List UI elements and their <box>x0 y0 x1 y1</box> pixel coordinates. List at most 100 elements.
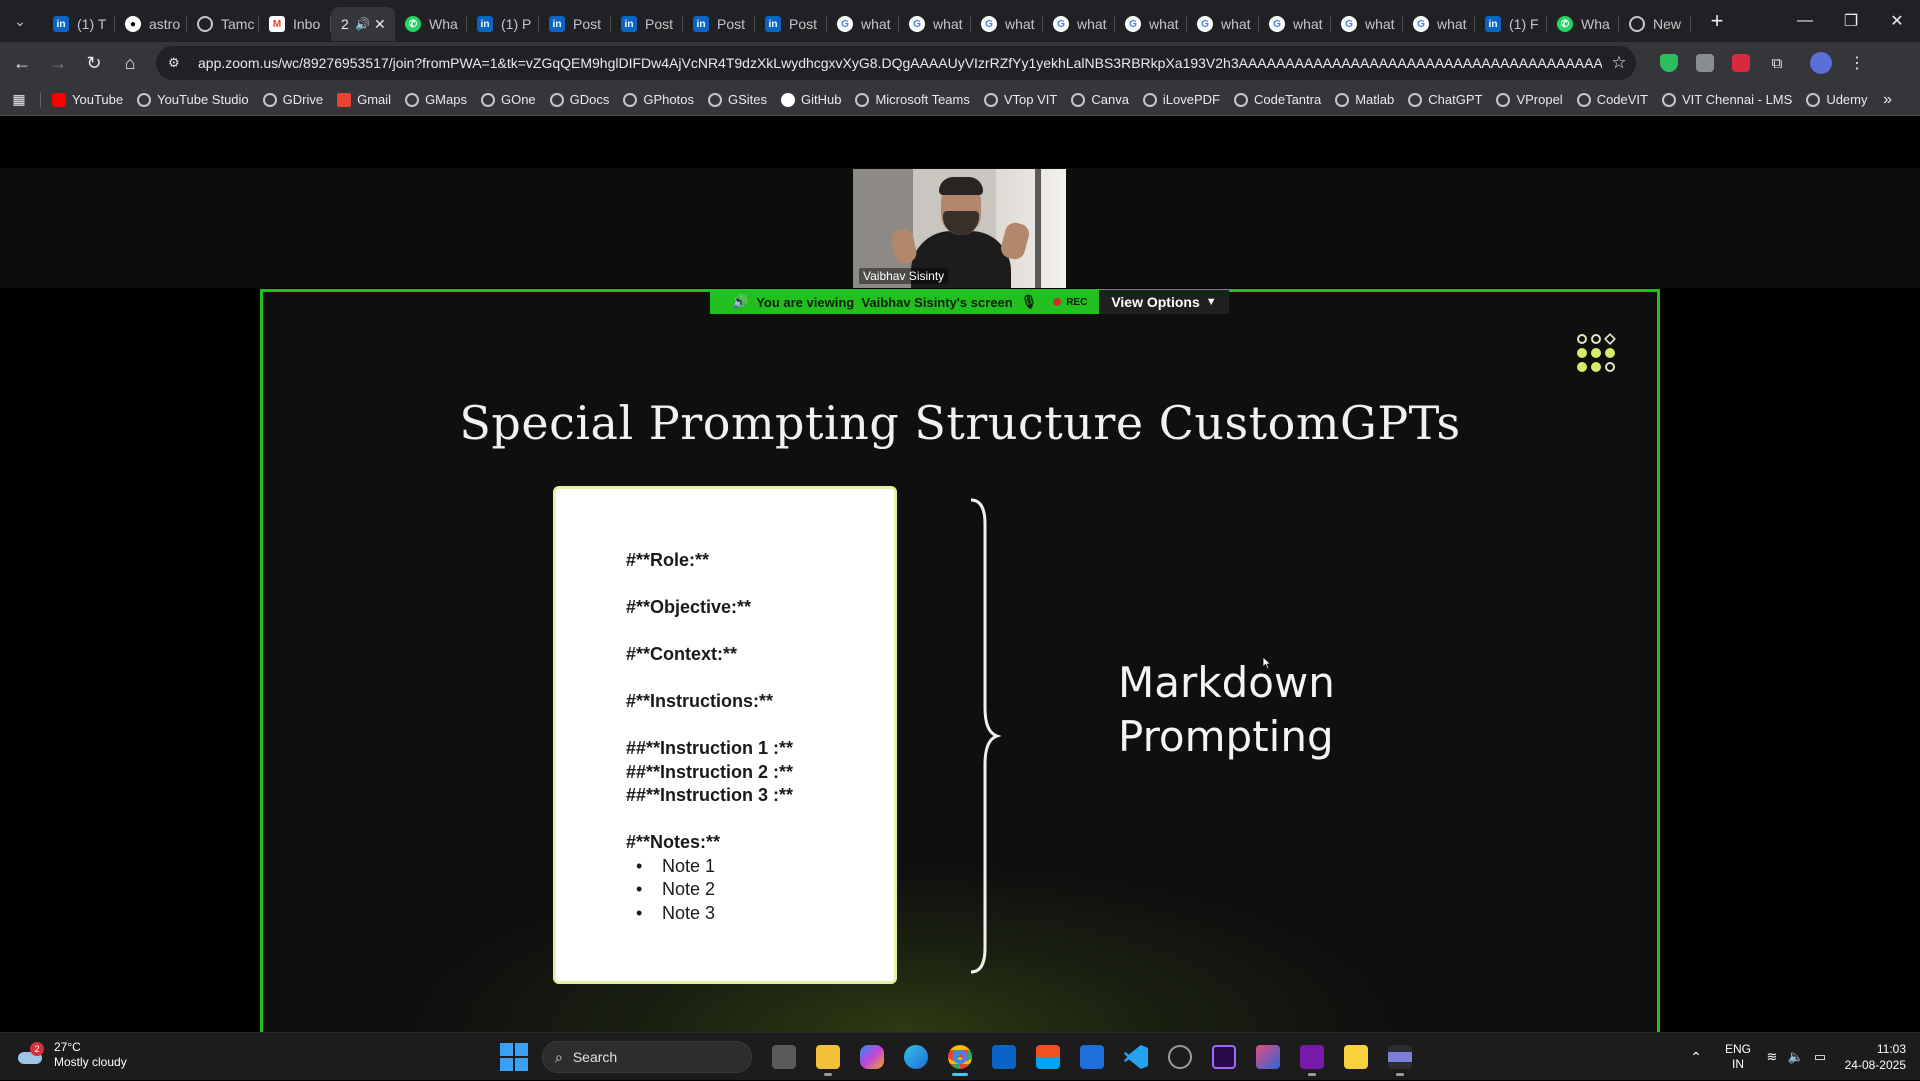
taskbar-search[interactable]: ⌕ Search <box>542 1041 752 1073</box>
bookmark-favicon-icon <box>781 92 795 107</box>
bookmark-item[interactable]: Gmail <box>332 86 400 114</box>
browser-tab[interactable]: ✆ Wha <box>1547 7 1619 41</box>
clock[interactable]: 11:03 24-08-2025 <box>1832 1041 1920 1073</box>
browser-tab[interactable]: Tamc <box>187 7 259 41</box>
browser-tab[interactable]: in (1) F <box>1475 7 1547 41</box>
bookmark-item[interactable]: Canva <box>1066 86 1138 114</box>
browser-tab[interactable]: Gwhat <box>971 7 1043 41</box>
tray-overflow-icon[interactable]: ⌃ <box>1682 1049 1710 1066</box>
browser-tab[interactable]: in Post <box>539 7 611 41</box>
browser-tab[interactable]: ● astro <box>115 7 187 41</box>
onenote-icon[interactable] <box>1290 1037 1334 1077</box>
home-button[interactable]: ⌂ <box>112 45 148 81</box>
bookmark-item[interactable]: CodeVIT <box>1572 86 1657 114</box>
bookmark-item[interactable]: VIT Chennai - LMS <box>1657 86 1801 114</box>
tab-search-button[interactable]: ⌄ <box>5 6 35 36</box>
bookmark-item[interactable]: ChatGPT <box>1403 86 1491 114</box>
edge-browser-icon[interactable] <box>894 1037 938 1077</box>
blue-app-icon[interactable] <box>1070 1037 1114 1077</box>
chrome-browser-icon[interactable] <box>938 1037 982 1077</box>
browser-menu-icon[interactable]: ⋮ <box>1840 46 1874 80</box>
apps-grid-icon[interactable]: ▦ <box>0 91 38 108</box>
browser-tab[interactable]: 2 🔊 ✕ <box>331 7 395 41</box>
bookmark-item[interactable]: Microsoft Teams <box>850 86 978 114</box>
tab-close-icon[interactable]: ✕ <box>374 16 386 33</box>
minimize-button[interactable]: — <box>1782 0 1828 42</box>
profile-avatar[interactable] <box>1804 46 1838 80</box>
view-options-button[interactable]: View Options ▼ <box>1099 290 1229 314</box>
bookmark-item[interactable]: iLovePDF <box>1138 86 1229 114</box>
bookmark-item[interactable]: Matlab <box>1330 86 1403 114</box>
bookmark-item[interactable]: GMaps <box>400 86 476 114</box>
bookmark-label: CodeTantra <box>1254 92 1322 107</box>
bookmark-item[interactable]: CodeTantra <box>1229 86 1330 114</box>
browser-tab[interactable]: Gwhat <box>1187 7 1259 41</box>
reload-button[interactable]: ↻ <box>76 45 112 81</box>
camera-extension-icon[interactable] <box>1688 46 1722 80</box>
browser-tab[interactable]: Gwhat <box>1331 7 1403 41</box>
wifi-icon[interactable]: ≋ <box>1760 1049 1784 1065</box>
browser-tab[interactable]: Gwhat <box>1115 7 1187 41</box>
copilot-icon[interactable] <box>850 1037 894 1077</box>
circle-app-icon[interactable] <box>1158 1037 1202 1077</box>
browser-tab[interactable]: in Post <box>611 7 683 41</box>
bookmark-item[interactable]: GOne <box>476 86 545 114</box>
shield-extension-icon[interactable] <box>1652 46 1686 80</box>
close-window-button[interactable]: ✕ <box>1874 0 1920 42</box>
snipping-tool-icon[interactable] <box>1246 1037 1290 1077</box>
volume-icon[interactable]: 🔈 <box>1784 1049 1808 1065</box>
bookmark-item[interactable]: GSites <box>703 86 776 114</box>
bookmark-item[interactable]: VTop VIT <box>979 86 1066 114</box>
new-tab-button[interactable]: + <box>1703 7 1731 35</box>
bookmark-item[interactable]: YouTube <box>47 86 132 114</box>
google-icon: G <box>1125 16 1141 32</box>
browser-tab[interactable]: Gwhat <box>1259 7 1331 41</box>
weather-widget[interactable]: 2 27°C Mostly cloudy <box>16 1040 127 1070</box>
browser-tab[interactable]: M Inbo <box>259 7 331 41</box>
save-extension-icon[interactable] <box>1724 46 1758 80</box>
browser-tab[interactable]: in (1) T <box>43 7 115 41</box>
taskbar-app-icon[interactable] <box>1378 1037 1422 1077</box>
linkedin-icon: in <box>765 16 781 32</box>
bookmark-item[interactable]: GDocs <box>545 86 619 114</box>
browser-tab[interactable]: ✆ Wha <box>395 7 467 41</box>
premiere-pro-icon[interactable] <box>1202 1037 1246 1077</box>
extensions-puzzle-icon[interactable]: ⧉ <box>1760 46 1794 80</box>
windows-start-icon[interactable] <box>500 1043 528 1071</box>
bookmark-item[interactable]: YouTube Studio <box>132 86 258 114</box>
tab-audio-icon[interactable]: 🔊 <box>355 17 370 31</box>
microsoft-store-icon[interactable] <box>1026 1037 1070 1077</box>
url-text[interactable]: app.zoom.us/wc/89276953517/join?fromPWA=… <box>192 55 1602 71</box>
address-bar[interactable]: ⚙ app.zoom.us/wc/89276953517/join?fromPW… <box>156 46 1636 80</box>
file-explorer-icon[interactable] <box>806 1037 850 1077</box>
browser-tab[interactable]: in (1) P <box>467 7 539 41</box>
viewing-prefix: You are viewing <box>756 294 855 310</box>
battery-icon[interactable]: ▭ <box>1808 1049 1832 1065</box>
restore-button[interactable]: ❐ <box>1828 0 1874 42</box>
forward-button[interactable]: → <box>40 45 76 81</box>
bookmark-item[interactable]: GitHub <box>776 86 850 114</box>
sticky-notes-icon[interactable] <box>1334 1037 1378 1077</box>
bookmark-item[interactable]: VPropel <box>1491 86 1571 114</box>
bookmark-item[interactable]: GPhotos <box>618 86 703 114</box>
outlook-icon[interactable] <box>982 1037 1026 1077</box>
participant-video-thumbnail[interactable]: Vaibhav Sisinty <box>853 169 1066 288</box>
back-button[interactable]: ← <box>4 45 40 81</box>
task-view-icon[interactable] <box>762 1037 806 1077</box>
browser-tab[interactable]: Gwhat <box>1403 7 1475 41</box>
bookmark-item[interactable]: Udemy <box>1801 86 1876 114</box>
viewing-indicator: 🔊 You are viewing Vaibhav Sisinty's scre… <box>710 290 1100 314</box>
browser-tab[interactable]: Gwhat <box>899 7 971 41</box>
bookmark-star-icon[interactable]: ☆ <box>1602 53 1636 73</box>
browser-tab[interactable]: in Post <box>755 7 827 41</box>
bookmarks-overflow-icon[interactable]: » <box>1883 91 1892 109</box>
browser-tab[interactable]: Gwhat <box>1043 7 1115 41</box>
language-indicator[interactable]: ENG IN <box>1716 1042 1760 1072</box>
site-info-icon[interactable]: ⚙ <box>168 55 192 71</box>
card-note-1: Note 1 <box>626 855 894 879</box>
browser-tab[interactable]: in Post <box>683 7 755 41</box>
browser-tab[interactable]: Gwhat <box>827 7 899 41</box>
vscode-icon[interactable] <box>1114 1037 1158 1077</box>
bookmark-item[interactable]: GDrive <box>258 86 332 114</box>
browser-tab[interactable]: New <box>1619 7 1691 41</box>
